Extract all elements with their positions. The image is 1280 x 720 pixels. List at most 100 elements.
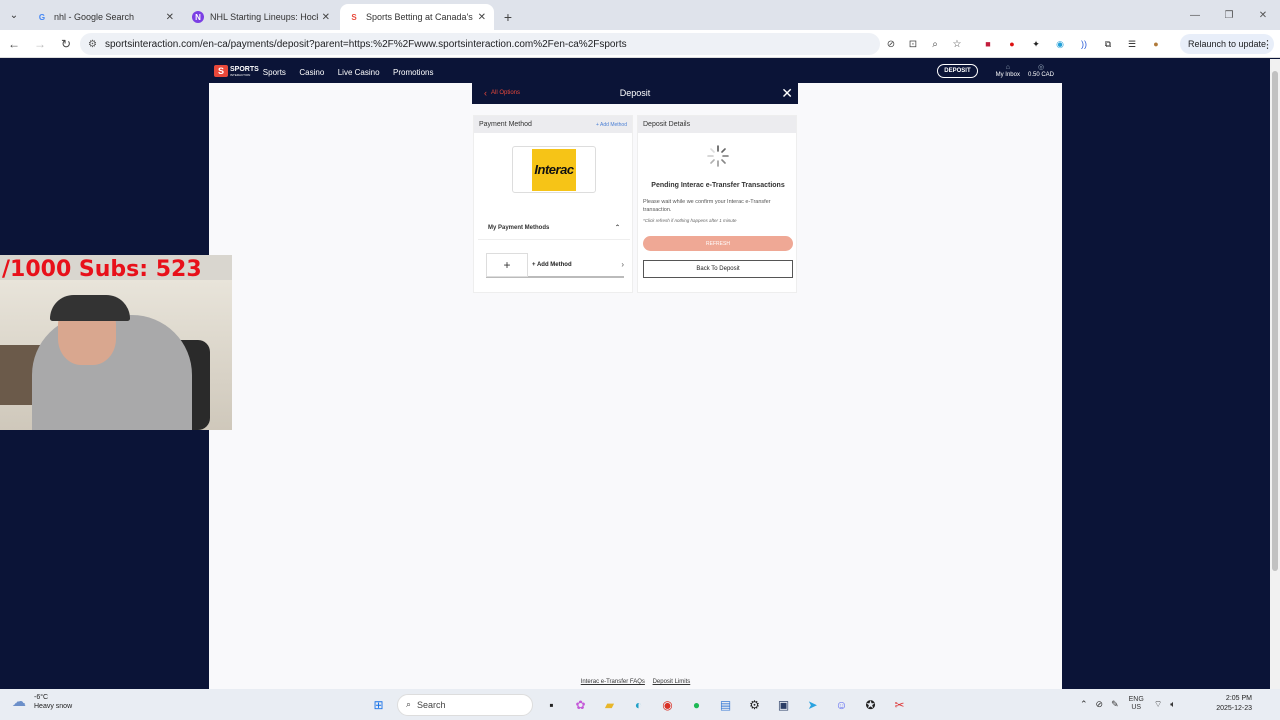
settings-gear-icon[interactable]: ⚙ bbox=[740, 692, 769, 717]
zoom-icon[interactable]: ⌕ bbox=[924, 39, 946, 50]
windows-taskbar: ☁ -6°C Heavy snow ⊞ ⌕ Search ▪ ✿ ▰ ◐ ◉ ●… bbox=[0, 689, 1280, 720]
browser-tab-bar: ⌄ G nhl - Google Search ✕ N NHL Starting… bbox=[0, 0, 1280, 30]
taskbar-apps: ⊞ ⌕ Search ▪ ✿ ▰ ◐ ◉ ● ▤ ⚙ ▣ ➤ ☺ ✪ ✂ bbox=[364, 692, 914, 717]
extension-puzzle-dark-icon[interactable]: ✦ bbox=[1024, 33, 1048, 55]
forward-arrow-icon[interactable]: → bbox=[28, 32, 52, 56]
page-scrollbar[interactable] bbox=[1270, 59, 1280, 689]
file-explorer-icon[interactable]: ▰ bbox=[595, 692, 624, 717]
inbox-link[interactable]: ⌂ My Inbox bbox=[996, 64, 1020, 78]
close-window-icon[interactable]: ✕ bbox=[1246, 0, 1280, 30]
pending-note: *Click refresh if nothing happens after … bbox=[643, 218, 737, 223]
add-method-label: + Add Method bbox=[532, 261, 572, 268]
extensions-puzzle-icon[interactable]: ⧉ bbox=[1096, 33, 1120, 55]
reload-icon[interactable]: ↻ bbox=[54, 32, 78, 56]
site-info-icon[interactable]: ⚙ bbox=[88, 39, 97, 50]
deposit-limits-link[interactable]: Deposit Limits bbox=[653, 679, 691, 685]
google-favicon-icon: G bbox=[38, 12, 46, 22]
telegram-icon[interactable]: ➤ bbox=[798, 692, 827, 717]
my-payment-methods-toggle[interactable]: My Payment Methods ⌃ bbox=[478, 216, 630, 240]
clock-date: 2025-12-23 bbox=[1216, 705, 1252, 712]
modal-header: ‹ All Options Deposit ✕ bbox=[472, 83, 798, 104]
nav-promotions[interactable]: Promotions bbox=[393, 68, 433, 77]
user-icon: ◎ bbox=[1037, 64, 1045, 71]
tab-google-search[interactable]: G nhl - Google Search ✕ bbox=[28, 4, 182, 30]
extension-red-icon[interactable]: ■ bbox=[976, 33, 1000, 55]
interac-logo: Interac bbox=[532, 148, 576, 191]
add-method-link[interactable]: + Add Method bbox=[596, 122, 627, 128]
chevron-up-icon[interactable]: ⌃ bbox=[1080, 699, 1088, 710]
back-arrow-icon[interactable]: ← bbox=[2, 32, 26, 56]
scrollbar-thumb[interactable] bbox=[1272, 71, 1278, 571]
network-off-icon[interactable]: ⊘ bbox=[1096, 699, 1104, 710]
install-app-icon[interactable]: ⊡ bbox=[902, 39, 924, 50]
tab-close-icon[interactable]: ✕ bbox=[478, 12, 486, 23]
new-tab-button[interactable]: + bbox=[496, 4, 520, 30]
close-icon[interactable]: ✕ bbox=[781, 85, 793, 102]
subs-counter: /1000 Subs: 523 bbox=[2, 257, 202, 282]
tab-close-icon[interactable]: ✕ bbox=[166, 12, 174, 23]
app-dark-icon[interactable]: ✪ bbox=[856, 692, 885, 717]
menu-kebab-icon[interactable]: ⋮ bbox=[1262, 38, 1273, 51]
nav-sports[interactable]: Sports bbox=[263, 68, 286, 77]
chrome-icon[interactable]: ◉ bbox=[653, 692, 682, 717]
pending-description: Please wait while we confirm your Intera… bbox=[643, 199, 771, 213]
windows-start-icon[interactable]: ⊞ bbox=[364, 692, 393, 717]
account-balance[interactable]: ◎ 0.50 CAD bbox=[1028, 64, 1054, 78]
pen-icon[interactable]: ✎ bbox=[1111, 699, 1119, 710]
copilot-icon[interactable]: ✿ bbox=[566, 692, 595, 717]
modal-title: Deposit bbox=[619, 88, 651, 98]
tab-nhl-lineups[interactable]: N NHL Starting Lineups: Hockey D ✕ bbox=[184, 4, 338, 30]
header-account-area: DEPOSIT ⌂ My Inbox ◎ 0.50 CAD bbox=[937, 59, 1054, 83]
add-method-row[interactable]: + + Add Method › bbox=[486, 252, 624, 278]
tab-search-chevron-icon[interactable]: ⌄ bbox=[0, 0, 28, 30]
sports-interaction-favicon-icon: S bbox=[351, 12, 357, 22]
task-view-icon[interactable]: ▪ bbox=[537, 692, 566, 717]
wifi-icon[interactable]: ⌔ bbox=[1154, 699, 1162, 710]
weather-temp: -6°C bbox=[34, 694, 49, 701]
snipping-tool-icon[interactable]: ✂ bbox=[885, 692, 914, 717]
reading-list-icon[interactable]: ☰ bbox=[1120, 33, 1144, 55]
nav-live-casino[interactable]: Live Casino bbox=[338, 68, 380, 77]
loading-spinner-icon bbox=[707, 145, 729, 167]
nav-casino[interactable]: Casino bbox=[299, 68, 324, 77]
profile-avatar-icon[interactable]: ● bbox=[1144, 33, 1168, 55]
extensions-area: ■ ● ✦ ◉ )) ⧉ ☰ ● bbox=[976, 33, 1168, 55]
maximize-icon[interactable]: ❐ bbox=[1212, 0, 1246, 30]
interac-payment-card[interactable]: Interac bbox=[512, 146, 596, 193]
region-code: US bbox=[1131, 704, 1142, 711]
back-to-deposit-button[interactable]: Back To Deposit bbox=[643, 260, 793, 278]
extension-circle-icon[interactable]: ● bbox=[1000, 33, 1024, 55]
inbox-icon: ⌂ bbox=[1005, 64, 1010, 71]
chevron-up-icon: ⌃ bbox=[614, 225, 620, 231]
spotify-icon[interactable]: ● bbox=[682, 692, 711, 717]
refresh-button[interactable]: REFRESH bbox=[643, 236, 793, 251]
tab-title: NHL Starting Lineups: Hockey D bbox=[210, 12, 318, 22]
tab-close-icon[interactable]: ✕ bbox=[322, 12, 330, 23]
extension-signal-icon[interactable]: )) bbox=[1072, 33, 1096, 55]
interac-faq-link[interactable]: Interac e-Transfer FAQs bbox=[581, 679, 645, 685]
bookmark-star-icon[interactable]: ☆ bbox=[946, 39, 968, 50]
logo-text: SPORTS bbox=[230, 65, 259, 73]
payment-method-panel: Payment Method + Add Method Interac My P… bbox=[473, 115, 633, 293]
cast-off-icon[interactable]: ⊘ bbox=[880, 39, 902, 50]
edge-icon[interactable]: ◐ bbox=[624, 692, 653, 717]
deposit-details-title: Deposit Details bbox=[643, 121, 691, 128]
notepad-icon[interactable]: ▤ bbox=[711, 692, 740, 717]
extension-blue-icon[interactable]: ◉ bbox=[1048, 33, 1072, 55]
address-bar[interactable]: ⚙ sportsinteraction.com/en-ca/payments/d… bbox=[80, 33, 880, 55]
header-deposit-button[interactable]: DEPOSIT bbox=[937, 64, 978, 78]
deposit-modal: ‹ All Options Deposit ✕ Payment Method +… bbox=[472, 83, 798, 295]
site-logo[interactable]: S SPORTS INTERACTION bbox=[214, 65, 259, 77]
relaunch-button[interactable]: Relaunch to update bbox=[1180, 34, 1275, 54]
weather-widget[interactable]: ☁ -6°C Heavy snow bbox=[12, 693, 72, 711]
deposit-details-header: Deposit Details bbox=[638, 116, 796, 133]
discord-icon[interactable]: ☺ bbox=[827, 692, 856, 717]
terminal-icon[interactable]: ▣ bbox=[769, 692, 798, 717]
language-indicator[interactable]: ENG US bbox=[1129, 696, 1144, 712]
taskbar-search[interactable]: ⌕ Search bbox=[397, 693, 533, 716]
minimize-icon[interactable]: — bbox=[1178, 0, 1212, 30]
taskbar-clock[interactable]: 2:05 PM 2025-12-23 bbox=[1216, 694, 1252, 714]
volume-icon[interactable]: 🔈︎ bbox=[1170, 699, 1175, 710]
tab-sports-interaction[interactable]: S Sports Betting at Canada's Onl ✕ bbox=[340, 4, 494, 30]
footer-links: Interac e-Transfer FAQs Deposit Limits bbox=[209, 679, 1062, 685]
